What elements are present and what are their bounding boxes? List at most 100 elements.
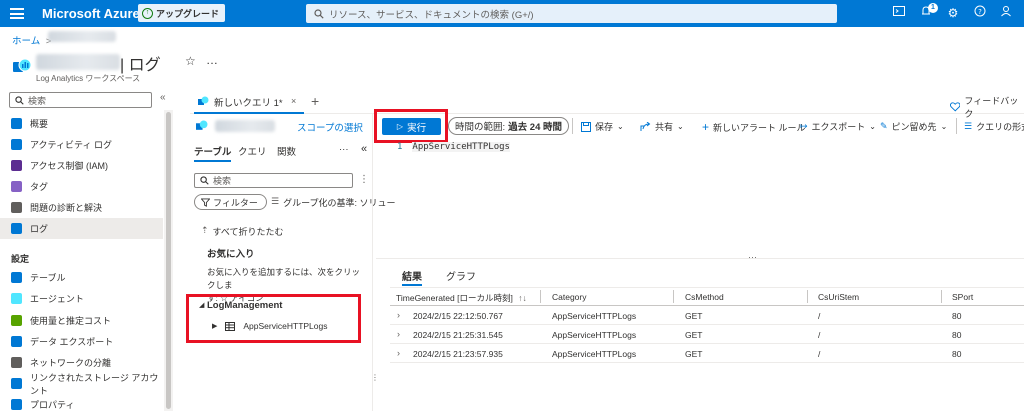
editor-line-number: 1 xyxy=(397,142,403,152)
sidebar-item-properties[interactable]: プロパティ xyxy=(0,394,163,415)
upgrade-button[interactable]: ↑ アップグレード xyxy=(138,4,226,22)
cell-category: AppServiceHTTPLogs xyxy=(552,330,637,340)
share-button[interactable]: 共有 ⌄ xyxy=(640,120,684,133)
table-appservicehttplogs[interactable]: ▶ AppServiceHTTPLogs xyxy=(212,321,327,331)
tab-chart[interactable]: グラフ xyxy=(446,268,476,286)
format-icon: ☰ xyxy=(964,121,973,131)
filter-label: フィルター xyxy=(213,197,258,208)
splitter-handle-icon[interactable]: ··· xyxy=(748,252,757,262)
tab-tables[interactable]: テーブル xyxy=(194,144,232,162)
sidebar-item-usage-and-cost[interactable]: 使用量と推定コスト xyxy=(0,310,163,331)
col-header-csmethod[interactable]: CsMethod xyxy=(685,292,724,302)
pin-label: ピン留め先 xyxy=(891,122,937,132)
chevron-down-icon: ⌄ xyxy=(617,122,624,131)
breadcrumb-home[interactable]: ホーム xyxy=(12,36,40,47)
column-separator[interactable] xyxy=(941,290,942,303)
collapse-all-button[interactable]: ⇡ すべて折りたたむ xyxy=(201,225,284,238)
brand-title[interactable]: Microsoft Azure xyxy=(42,6,140,21)
run-button[interactable]: ▷ 実行 xyxy=(382,118,441,135)
row-expand-chevron-icon[interactable]: › xyxy=(397,310,400,320)
col-header-csuristem[interactable]: CsUriStem xyxy=(818,292,859,302)
time-range-button[interactable]: 時間の範囲: 過去 24 時間 xyxy=(448,117,569,135)
cell-csmethod: GET xyxy=(685,311,703,321)
group-expanded-icon[interactable]: ◢ xyxy=(199,301,204,309)
help-icon[interactable]: ? xyxy=(972,5,988,21)
chevron-down-icon: ⌄ xyxy=(869,122,876,131)
cell-csuristem: / xyxy=(818,349,821,359)
global-search-placeholder: リソース、サービス、ドキュメントの検索 (G+/) xyxy=(329,9,534,21)
cell-category: AppServiceHTTPLogs xyxy=(552,349,637,359)
tab-new-query-1[interactable]: 新しいクエリ 1* xyxy=(194,91,304,114)
sidebar-item-access-control[interactable]: アクセス制御 (IAM) xyxy=(0,155,163,176)
sidebar-item-tags[interactable]: タグ xyxy=(0,176,163,197)
toolbar-separator xyxy=(956,118,957,134)
upgrade-label: アップグレード xyxy=(156,8,220,19)
sidebar-item-logs[interactable]: ログ xyxy=(0,218,163,239)
feedback-person-icon[interactable] xyxy=(998,5,1014,21)
activity-log-icon xyxy=(11,139,22,150)
share-icon xyxy=(640,121,651,131)
hamburger-menu-icon[interactable] xyxy=(10,8,24,19)
sidebar-item-overview[interactable]: 概要 xyxy=(0,113,163,134)
tab-results[interactable]: 結果 xyxy=(402,268,422,286)
column-separator[interactable] xyxy=(673,290,674,303)
tab-functions[interactable]: 関数 xyxy=(277,144,296,162)
tab-queries[interactable]: クエリ xyxy=(238,144,267,162)
settings-gear-icon[interactable]: ⚙ xyxy=(945,5,961,21)
iam-icon xyxy=(11,160,22,171)
export-label: エクスポート xyxy=(811,122,866,132)
tab-close-icon[interactable]: × xyxy=(291,96,296,106)
group-by-button[interactable]: ☰ グループ化の基準: ソリュー xyxy=(271,196,396,209)
filter-button[interactable]: フィルター xyxy=(194,194,267,210)
col-header-sport[interactable]: SPort xyxy=(952,292,973,302)
cloud-shell-icon[interactable] xyxy=(891,5,907,21)
row-expand-chevron-icon[interactable]: › xyxy=(397,329,400,339)
sidebar-item-tables[interactable]: テーブル xyxy=(0,267,163,288)
editor-results-splitter[interactable] xyxy=(376,258,1024,259)
add-tab-icon[interactable]: + xyxy=(311,93,319,109)
sidebar-item-agents[interactable]: エージェント xyxy=(0,288,163,309)
breadcrumb-resource-redacted[interactable] xyxy=(48,31,116,42)
column-separator[interactable] xyxy=(540,290,541,303)
storage-icon xyxy=(11,378,22,389)
global-search-input[interactable]: リソース、サービス、ドキュメントの検索 (G+/) xyxy=(306,4,837,23)
sidebar-item-label: 問題の診断と解決 xyxy=(30,203,103,213)
top-bar: Microsoft Azure ↑ アップグレード リソース、サービス、ドキュメ… xyxy=(0,0,1024,27)
schema-search-input[interactable]: 検索 xyxy=(194,173,353,188)
query-editor[interactable]: 1 AppServiceHTTPLogs xyxy=(397,142,510,152)
col-header-category[interactable]: Category xyxy=(552,292,587,302)
cell-timegenerated: 2024/2/15 21:25:31.545 xyxy=(413,330,503,340)
save-button[interactable]: 保存 ⌄ xyxy=(581,120,624,133)
expand-chevron-icon[interactable]: ▶ xyxy=(212,322,217,330)
feedback-link[interactable]: フィードバック xyxy=(950,94,1024,120)
more-options-icon[interactable]: … xyxy=(206,53,218,67)
group-logmanagement[interactable]: LogManagement xyxy=(207,300,282,311)
column-separator[interactable] xyxy=(807,290,808,303)
pin-to-button[interactable]: ✎ ピン留め先 ⌄ xyxy=(880,120,947,133)
favorite-star-icon[interactable]: ☆ xyxy=(185,54,196,68)
schema-more-icon[interactable]: ··· xyxy=(339,144,349,155)
row-expand-chevron-icon[interactable]: › xyxy=(397,348,400,358)
sidebar-item-label: アクセス制御 (IAM) xyxy=(30,161,109,171)
export-button[interactable]: ↦ エクスポート ⌄ xyxy=(800,120,876,133)
format-query-button[interactable]: ☰ クエリの形式 xyxy=(964,120,1024,133)
panel-divider[interactable] xyxy=(372,114,373,411)
panel-resize-handle[interactable]: ⋮ xyxy=(371,373,379,382)
col-header-timegenerated[interactable]: TimeGenerated [ローカル時刻] ↑↓ xyxy=(396,292,527,304)
select-scope-link[interactable]: スコープの選択 xyxy=(297,120,363,134)
sidebar-search-input[interactable]: 検索 xyxy=(9,92,152,108)
sidebar-scrollbar[interactable] xyxy=(164,110,173,411)
new-alert-rule-button[interactable]: + 新しいアラート ルール xyxy=(702,120,806,134)
schema-search-more-icon[interactable]: ⋮ xyxy=(359,174,369,185)
sidebar-collapse-icon[interactable]: « xyxy=(160,92,166,103)
sidebar-item-label: データ エクスポート xyxy=(30,337,114,347)
favorites-title: お気に入り xyxy=(207,249,255,260)
sidebar-item-linked-storage[interactable]: リンクされたストレージ アカウント xyxy=(0,373,163,396)
sort-icon: ↑↓ xyxy=(518,293,527,303)
schema-collapse-icon[interactable]: « xyxy=(361,143,367,155)
sidebar-item-diagnose-and-solve[interactable]: 問題の診断と解決 xyxy=(0,197,163,218)
sidebar-item-activity-log[interactable]: アクティビティ ログ xyxy=(0,134,163,155)
filter-icon xyxy=(201,197,210,207)
sidebar-item-label: プロパティ xyxy=(30,400,75,410)
sidebar-item-data-export[interactable]: データ エクスポート xyxy=(0,331,163,352)
